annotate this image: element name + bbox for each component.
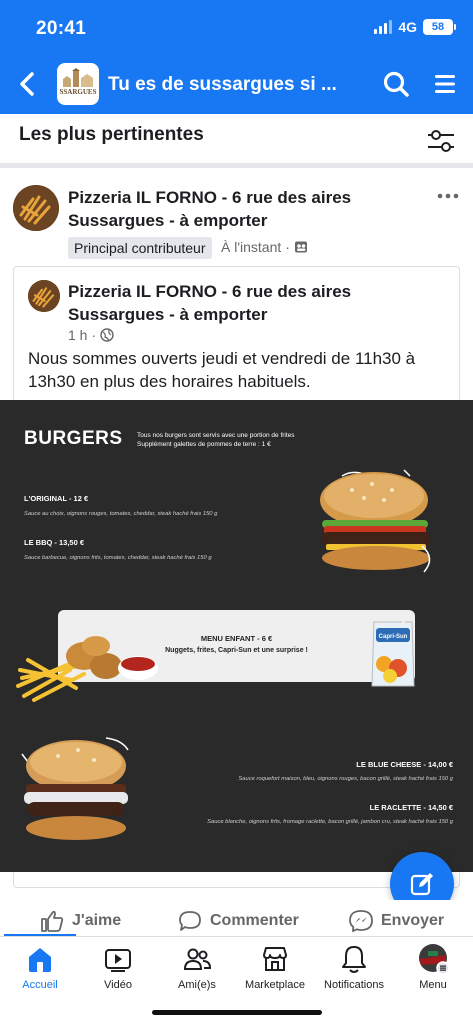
signal-icon — [374, 20, 393, 34]
tab-marketplace[interactable]: Marketplace — [235, 943, 315, 991]
bell-icon — [342, 946, 366, 973]
battery-icon: 58 — [423, 19, 456, 35]
tab-menu-label: Menu — [419, 979, 447, 991]
group-title[interactable]: Tu es de sussargues si ... — [108, 74, 337, 96]
back-button[interactable] — [14, 68, 42, 100]
friends-icon — [183, 948, 212, 970]
tab-home-label: Accueil — [22, 979, 58, 991]
meta-separator: · — [285, 239, 290, 255]
home-icon — [29, 948, 51, 972]
tab-marketplace-label: Marketplace — [245, 979, 305, 991]
shared-post-text: Nous sommes ouverts jeudi et vendredi de… — [28, 349, 416, 391]
tab-notifications-label: Notifications — [324, 979, 384, 991]
fries-photo-icon — [13, 185, 59, 231]
post-image-menu[interactable]: BURGERS Tous nos burgers sont servis ave… — [0, 400, 473, 872]
shared-author-avatar[interactable] — [28, 280, 60, 312]
meta-separator: · — [91, 327, 97, 343]
post-meta: À l'instant · — [221, 239, 308, 255]
tab-friends-label: Ami(e)s — [178, 979, 216, 991]
menu-item-desc: Sauce blanche, oignons frits, fromage ra… — [207, 819, 453, 825]
burger-photo-icon — [21, 737, 129, 840]
globe-icon — [100, 328, 114, 342]
post-author-line2[interactable]: Sussargues - à emporter — [68, 209, 267, 232]
thumbs-up-icon — [41, 910, 64, 932]
menu-title: BURGERS — [24, 428, 123, 449]
profile-menu-icon — [419, 944, 450, 975]
tab-notifications[interactable]: Notifications — [314, 943, 394, 991]
comment-bubble-icon — [179, 911, 201, 931]
status-indicators: 4G 58 — [374, 19, 456, 35]
sort-bar: Les plus pertinentes — [0, 114, 473, 168]
tab-friends[interactable]: Ami(e)s — [157, 943, 237, 991]
juice-brand-label: Capri-Sun — [379, 634, 408, 640]
menu-note: Tous nos burgers sont servis avec une po… — [137, 431, 337, 449]
network-type: 4G — [398, 19, 417, 35]
status-time: 20:41 — [36, 18, 87, 39]
home-indicator — [152, 1010, 322, 1015]
menu-note-line1: Tous nos burgers sont servis avec une po… — [137, 432, 295, 439]
group-menu-button[interactable] — [434, 72, 456, 96]
send-button[interactable]: Envoyer — [349, 910, 444, 932]
back-icon — [20, 72, 34, 96]
shared-author-line1[interactable]: Pizzeria IL FORNO - 6 rue des aires — [68, 280, 351, 303]
shared-post-time[interactable]: 1 h — [68, 327, 87, 343]
fries-photo-icon — [28, 280, 60, 312]
filter-sliders-icon — [428, 130, 454, 152]
post-time[interactable]: À l'instant — [221, 239, 281, 255]
top-bar: 20:41 4G 58 SSARGUES Tu es de sussargues… — [0, 0, 473, 114]
shared-post-meta: 1 h · — [68, 327, 114, 343]
comment-button[interactable]: Commenter — [178, 910, 299, 932]
like-button[interactable]: J'aime — [40, 910, 121, 932]
video-icon — [105, 949, 131, 972]
group-logo-text: SSARGUES — [59, 88, 97, 96]
search-icon — [383, 71, 409, 97]
village-logo-icon — [63, 68, 93, 87]
group-avatar[interactable]: SSARGUES — [57, 63, 99, 105]
shared-author-line2[interactable]: Sussargues - à emporter — [68, 303, 267, 326]
send-label: Envoyer — [381, 912, 445, 929]
author-avatar[interactable] — [13, 185, 59, 231]
like-label: J'aime — [72, 912, 122, 929]
menu-item-name: LE RACLETTE - 14,50 € — [369, 803, 453, 812]
menu-item-name: LE BLUE CHEESE - 14,00 € — [356, 760, 453, 769]
tab-menu[interactable]: Menu — [393, 943, 473, 991]
menu-item-desc: Sauce roquefort maison, bleu, oignons ro… — [238, 776, 453, 782]
menu-note-line2: Supplément galettes de pommes de terre :… — [137, 441, 271, 448]
tab-video-label: Vidéo — [104, 979, 132, 991]
capri-sun-pouch-icon: Capri-Sun — [371, 612, 415, 687]
burger-photo-icon — [320, 469, 431, 573]
menu-item-desc: Sauce au choix, oignons rouges, tomates,… — [24, 511, 218, 517]
menu-item-name: LE BBQ - 13,50 € — [24, 538, 85, 547]
comment-label: Commenter — [210, 912, 299, 929]
more-options-button[interactable] — [437, 188, 459, 204]
tab-video[interactable]: Vidéo — [78, 943, 158, 991]
search-button[interactable] — [382, 70, 410, 98]
post-actions: J'aime Commenter Envoyer — [0, 900, 473, 936]
menu-item-desc: Sauce barbecue, oignons frits, tomates, … — [24, 555, 212, 561]
marketplace-icon — [263, 947, 287, 971]
top-contributor-badge: Principal contributeur — [68, 237, 212, 259]
filter-button[interactable] — [426, 128, 456, 154]
group-audience-icon — [294, 241, 307, 253]
messenger-icon — [349, 910, 373, 932]
sort-label[interactable]: Les plus pertinentes — [19, 124, 204, 146]
nuggets-fries-photo-icon — [16, 636, 158, 702]
tab-home[interactable]: Accueil — [0, 943, 80, 991]
more-dots-icon — [437, 193, 459, 199]
hamburger-menu-icon — [435, 75, 455, 93]
edit-pencil-icon — [410, 873, 433, 896]
menu-item-name: L'ORIGINAL - 12 € — [24, 494, 89, 503]
post-author-line1[interactable]: Pizzeria IL FORNO - 6 rue des aires — [68, 186, 351, 209]
